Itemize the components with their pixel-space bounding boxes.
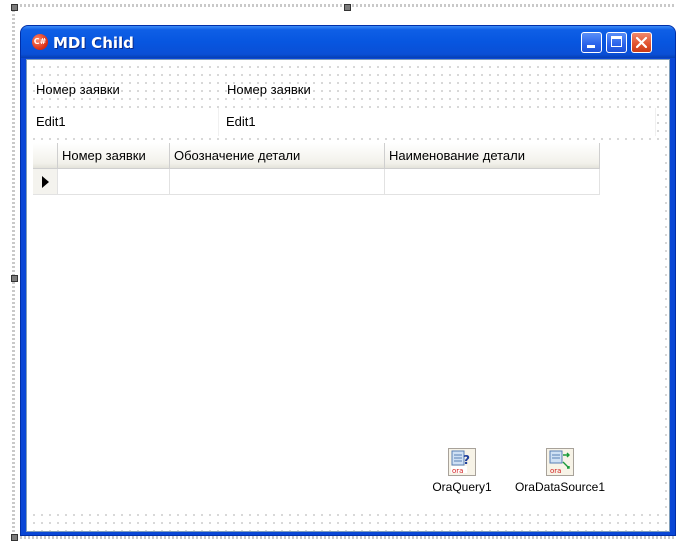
- designer-left-edge: [12, 4, 15, 540]
- title-bar[interactable]: C# MDI Child: [21, 26, 675, 58]
- maximize-icon: [611, 36, 622, 47]
- ora-datasource-label: OraDataSource1: [513, 480, 607, 494]
- grid-cell[interactable]: [58, 169, 170, 195]
- mdi-child-window: C# MDI Child Номер заявки Номер заявки E…: [20, 25, 676, 536]
- grid-cell[interactable]: [385, 169, 600, 195]
- grid-indicator-header: [33, 143, 58, 169]
- resize-handle-bottom-left[interactable]: [11, 534, 18, 541]
- minimize-icon: [587, 45, 595, 48]
- form-client-area: Номер заявки Номер заявки Edit1 Edit1 Но…: [26, 59, 670, 532]
- designer-bottom-edge: [12, 536, 676, 539]
- csharp-app-icon: C#: [32, 34, 48, 50]
- column-header-order-number[interactable]: Номер заявки: [58, 143, 170, 169]
- minimize-button[interactable]: [581, 32, 602, 53]
- edit1-field[interactable]: Edit1: [33, 108, 219, 136]
- table-row[interactable]: [33, 169, 600, 195]
- order-number-label-1: Номер заявки: [36, 82, 120, 97]
- column-header-part-name[interactable]: Наименование детали: [385, 143, 600, 169]
- grid-cell[interactable]: [170, 169, 385, 195]
- ora-datasource-icon: ora: [546, 448, 574, 476]
- svg-text:ora: ora: [550, 467, 561, 475]
- maximize-button[interactable]: [606, 32, 627, 53]
- ora-query-component[interactable]: ? ora OraQuery1: [417, 448, 507, 494]
- resize-handle-top-left[interactable]: [11, 4, 18, 11]
- close-icon: [635, 36, 648, 49]
- ora-query-label: OraQuery1: [431, 480, 493, 494]
- resize-handle-top-center[interactable]: [344, 4, 351, 11]
- close-button[interactable]: [631, 32, 652, 53]
- svg-text:ora: ora: [452, 467, 463, 475]
- column-header-part-designation[interactable]: Обозначение детали: [170, 143, 385, 169]
- row-indicator-cell[interactable]: [33, 169, 58, 195]
- resize-handle-left-middle[interactable]: [11, 275, 18, 282]
- svg-text:?: ?: [463, 453, 470, 467]
- ora-query-icon: ? ora: [448, 448, 476, 476]
- ora-datasource-component[interactable]: ora OraDataSource1: [505, 448, 615, 494]
- current-row-arrow-icon: [42, 176, 49, 188]
- window-title: MDI Child: [53, 34, 134, 52]
- order-number-label-2: Номер заявки: [227, 82, 311, 97]
- edit2-field[interactable]: Edit1: [223, 108, 656, 136]
